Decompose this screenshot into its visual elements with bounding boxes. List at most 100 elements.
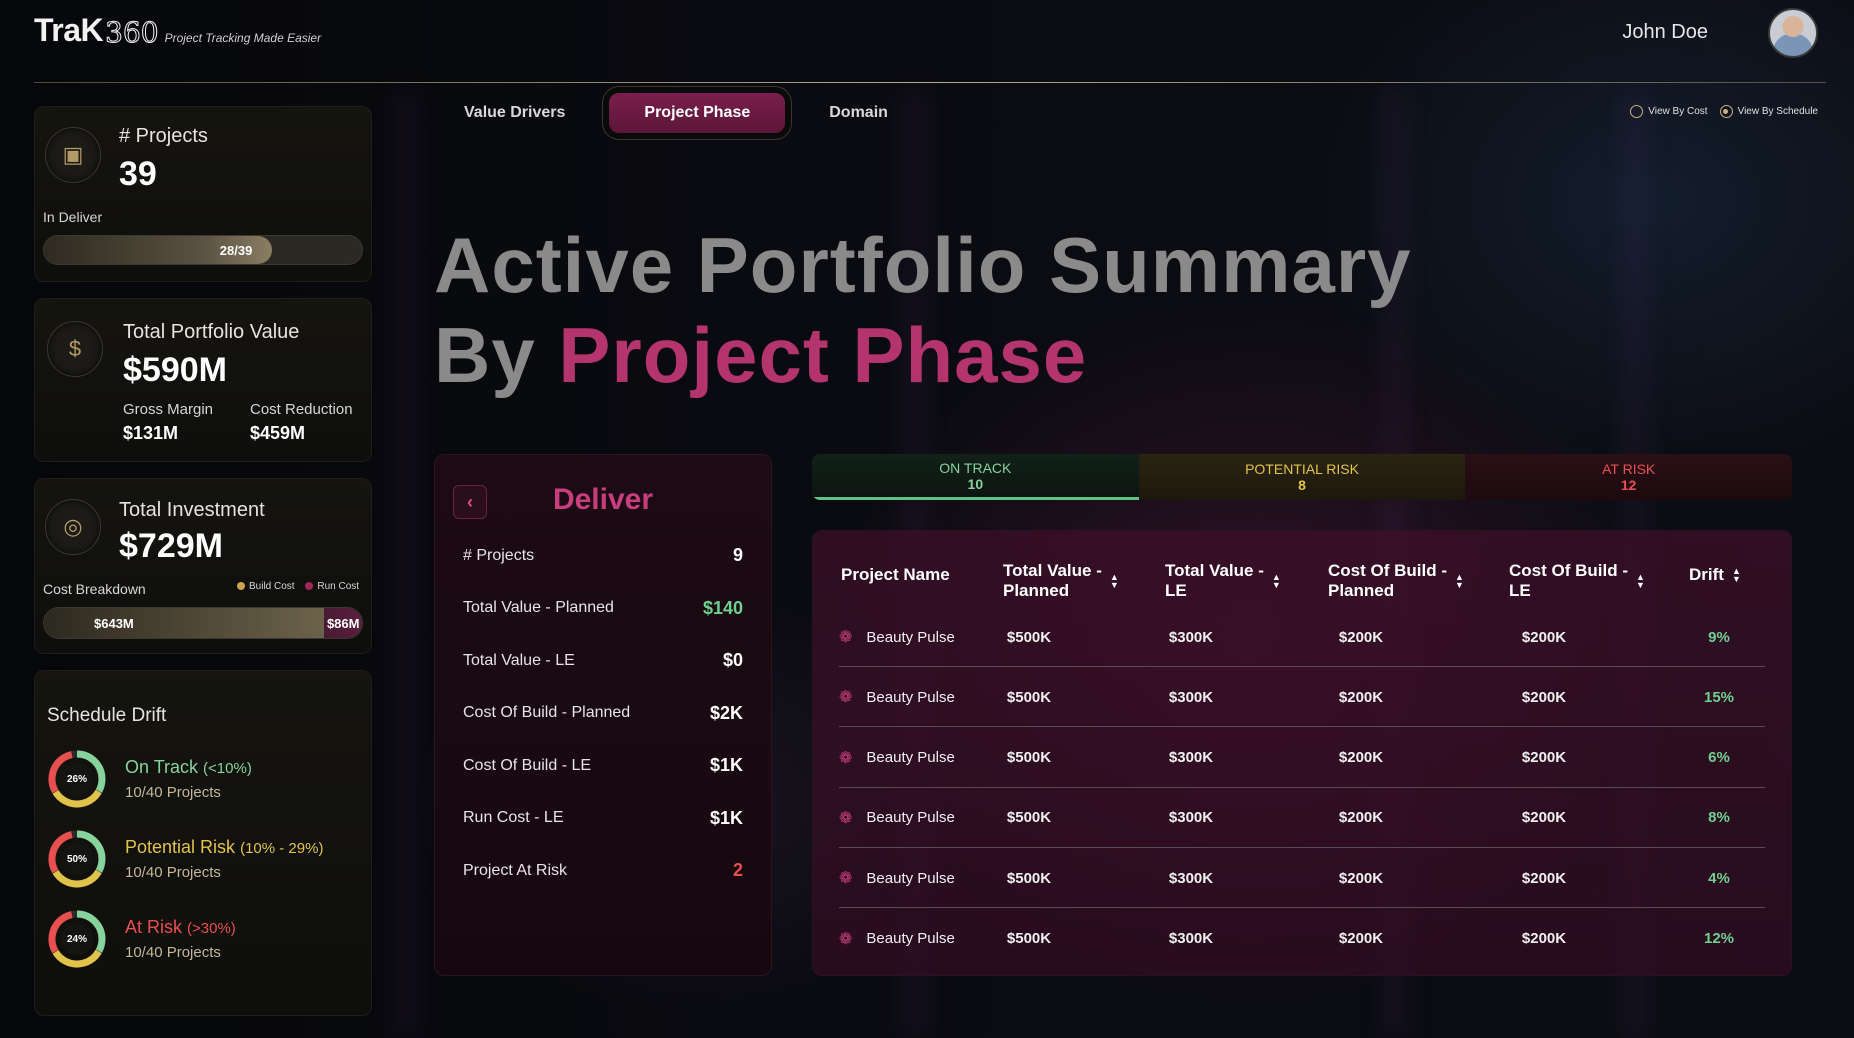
metric-value: $0 — [722, 650, 743, 670]
deliver-metric-row: Cost Of Build - LE $1K — [463, 755, 743, 776]
project-name-cell[interactable]: ❁ Beauty Pulse — [839, 728, 955, 788]
folder-stack-icon: ▣ — [45, 127, 101, 183]
metric-label: # Projects — [463, 546, 535, 564]
cost-build-planned-cell: $200K — [1338, 628, 1384, 646]
user-name[interactable]: John Doe — [1622, 21, 1708, 44]
deliver-metric-row: Total Value - LE $0 — [463, 650, 743, 671]
col-header-total-value-le[interactable]: Total Value - LE ▲ ▼ — [1165, 561, 1281, 601]
project-name-cell[interactable]: ❁ Beauty Pulse — [839, 788, 955, 848]
col-header-text: Total Value - LE — [1165, 561, 1264, 601]
project-name-cell[interactable]: ❁ Beauty Pulse — [839, 909, 955, 969]
deliver-metric-row: Cost Of Build - Planned $2K — [463, 703, 743, 724]
link-icon: ❁ — [839, 870, 853, 888]
cost-breakdown-bar: $643M $86M — [43, 607, 363, 639]
at-risk-label: AT RISK — [1602, 461, 1656, 477]
cost-legend: Build Cost Run Cost — [237, 581, 359, 592]
status-tab-on-track[interactable]: ON TRACK 10 — [812, 454, 1139, 500]
avatar[interactable] — [1768, 8, 1818, 58]
sort-icon[interactable]: ▲ ▼ — [1455, 573, 1464, 590]
metric-label: Cost Of Build - Planned — [463, 704, 631, 721]
project-name: Beauty Pulse — [866, 628, 955, 646]
table-row[interactable]: ❁ Beauty Pulse $500K $300K $200K $200K 4% — [839, 848, 1765, 909]
run-cost-legend: Run Cost — [317, 581, 360, 592]
col-header-line: Planned — [1003, 581, 1070, 600]
drift-count: 10/40 Projects — [125, 864, 221, 881]
sort-icon[interactable]: ▲ ▼ — [1636, 573, 1645, 590]
col-header-cost-build-planned[interactable]: Cost Of Build - Planned ▲ ▼ — [1328, 561, 1464, 601]
deliver-metric-row: Run Cost - LE $1K — [463, 808, 743, 829]
page-title-line2: By Project Phase — [434, 310, 1412, 400]
view-by-cost-option[interactable]: View By Cost — [1630, 105, 1708, 118]
run-cost-dot — [305, 582, 314, 591]
tab-project-phase[interactable]: Project Phase — [609, 93, 786, 133]
table-row[interactable]: ❁ Beauty Pulse $500K $300K $200K $200K 6% — [839, 728, 1765, 788]
col-header-line: Cost Of Build - — [1328, 561, 1447, 580]
project-name: Beauty Pulse — [866, 688, 955, 706]
col-header-text: Total Value - Planned — [1003, 561, 1102, 601]
app-header: TraK 360 Project Tracking Made Easier Jo… — [0, 0, 1854, 84]
build-cost-legend: Build Cost — [249, 581, 295, 592]
col-header-line: Total Value - — [1003, 561, 1102, 580]
drift-title-text: On Track — [125, 757, 199, 777]
col-header-total-value-planned[interactable]: Total Value - Planned ▲ ▼ — [1003, 561, 1119, 601]
drift-range: (>30%) — [187, 920, 236, 937]
col-header-cost-build-le[interactable]: Cost Of Build - LE ▲ ▼ — [1509, 561, 1645, 601]
portfolio-value: $590M — [123, 351, 227, 389]
at-risk-count: 12 — [1620, 477, 1637, 493]
view-by-cost-radio[interactable] — [1630, 105, 1644, 118]
tab-domain[interactable]: Domain — [807, 93, 910, 133]
investment-card: ◎ Total Investment $729M Cost Breakdown … — [34, 478, 372, 654]
table-row[interactable]: ❁ Beauty Pulse $500K $300K $200K $200K 12% — [839, 909, 1765, 969]
gross-margin-label: Gross Margin — [123, 401, 214, 418]
sort-icon[interactable]: ▲ ▼ — [1110, 573, 1119, 590]
drift-title: At Risk (>30%) — [125, 917, 236, 938]
status-tab-potential-risk[interactable]: POTENTIAL RISK 8 — [1138, 454, 1466, 500]
drift-cell: 12% — [1703, 930, 1735, 947]
cost-build-le-cell: $200K — [1521, 930, 1567, 947]
cost-build-le-cell: $200K — [1521, 688, 1567, 706]
deliver-metric-row: Total Value - Planned $140 — [463, 598, 743, 619]
deliver-metric-row: Project At Risk 2 — [463, 860, 743, 881]
cost-build-le-cell: $200K — [1521, 869, 1567, 887]
cost-build-planned-cell: $200K — [1338, 688, 1384, 706]
table-row[interactable]: ❁ Beauty Pulse $500K $300K $200K $200K 9% — [839, 607, 1765, 667]
gross-margin-value: $131M — [123, 423, 179, 443]
project-name-cell[interactable]: ❁ Beauty Pulse — [839, 667, 955, 727]
run-cost-segment: $86M — [324, 608, 362, 638]
drift-range: (10% - 29%) — [240, 840, 324, 857]
logo[interactable]: TraK 360 Project Tracking Made Easier — [34, 12, 321, 50]
portfolio-card: $ Total Portfolio Value $590M Gross Marg… — [34, 298, 372, 462]
cost-build-le-cell: $200K — [1521, 749, 1567, 767]
link-icon: ❁ — [839, 930, 853, 948]
total-value-planned-cell: $500K — [1006, 628, 1052, 646]
metric-value: $1K — [709, 755, 743, 775]
header-divider — [34, 82, 1826, 83]
col-header-line: LE — [1509, 581, 1531, 600]
total-value-planned-cell: $500K — [1006, 809, 1052, 827]
table-row[interactable]: ❁ Beauty Pulse $500K $300K $200K $200K 15% — [839, 667, 1765, 728]
schedule-drift-item[interactable]: 26% On Track (<10%) 10/40 Projects — [47, 749, 252, 809]
project-name-cell[interactable]: ❁ Beauty Pulse — [839, 607, 955, 667]
drift-cell: 4% — [1708, 869, 1730, 887]
build-cost-segment: $643M — [44, 608, 325, 638]
col-header-project-name[interactable]: Project Name — [841, 565, 950, 585]
metric-value: $140 — [702, 597, 743, 618]
drift-text: Potential Risk (10% - 29%) 10/40 Projects — [125, 837, 323, 881]
schedule-drift-item[interactable]: 24% At Risk (>30%) 10/40 Projects — [47, 909, 236, 969]
tab-value-drivers[interactable]: Value Drivers — [442, 93, 587, 133]
total-value-planned-cell: $500K — [1006, 930, 1052, 947]
col-header-drift[interactable]: Drift ▲ ▼ — [1689, 565, 1741, 585]
drift-percent: 50% — [66, 853, 87, 865]
view-by-schedule-radio[interactable] — [1719, 105, 1733, 118]
status-tab-at-risk[interactable]: AT RISK 12 — [1465, 454, 1792, 500]
coins-icon: ◎ — [45, 499, 101, 555]
schedule-drift-item[interactable]: 50% Potential Risk (10% - 29%) 10/40 Proje… — [47, 829, 323, 889]
cost-build-le-cell: $200K — [1521, 809, 1567, 827]
metric-label: Project At Risk — [463, 861, 568, 879]
sort-icon[interactable]: ▲ ▼ — [1732, 567, 1741, 584]
table-row[interactable]: ❁ Beauty Pulse $500K $300K $200K $200K 8% — [839, 788, 1765, 848]
project-name-cell[interactable]: ❁ Beauty Pulse — [839, 848, 955, 908]
view-by-schedule-option[interactable]: View By Schedule — [1719, 105, 1818, 118]
sort-icon[interactable]: ▲ ▼ — [1272, 573, 1281, 590]
investment-label: Total Investment — [119, 499, 265, 521]
